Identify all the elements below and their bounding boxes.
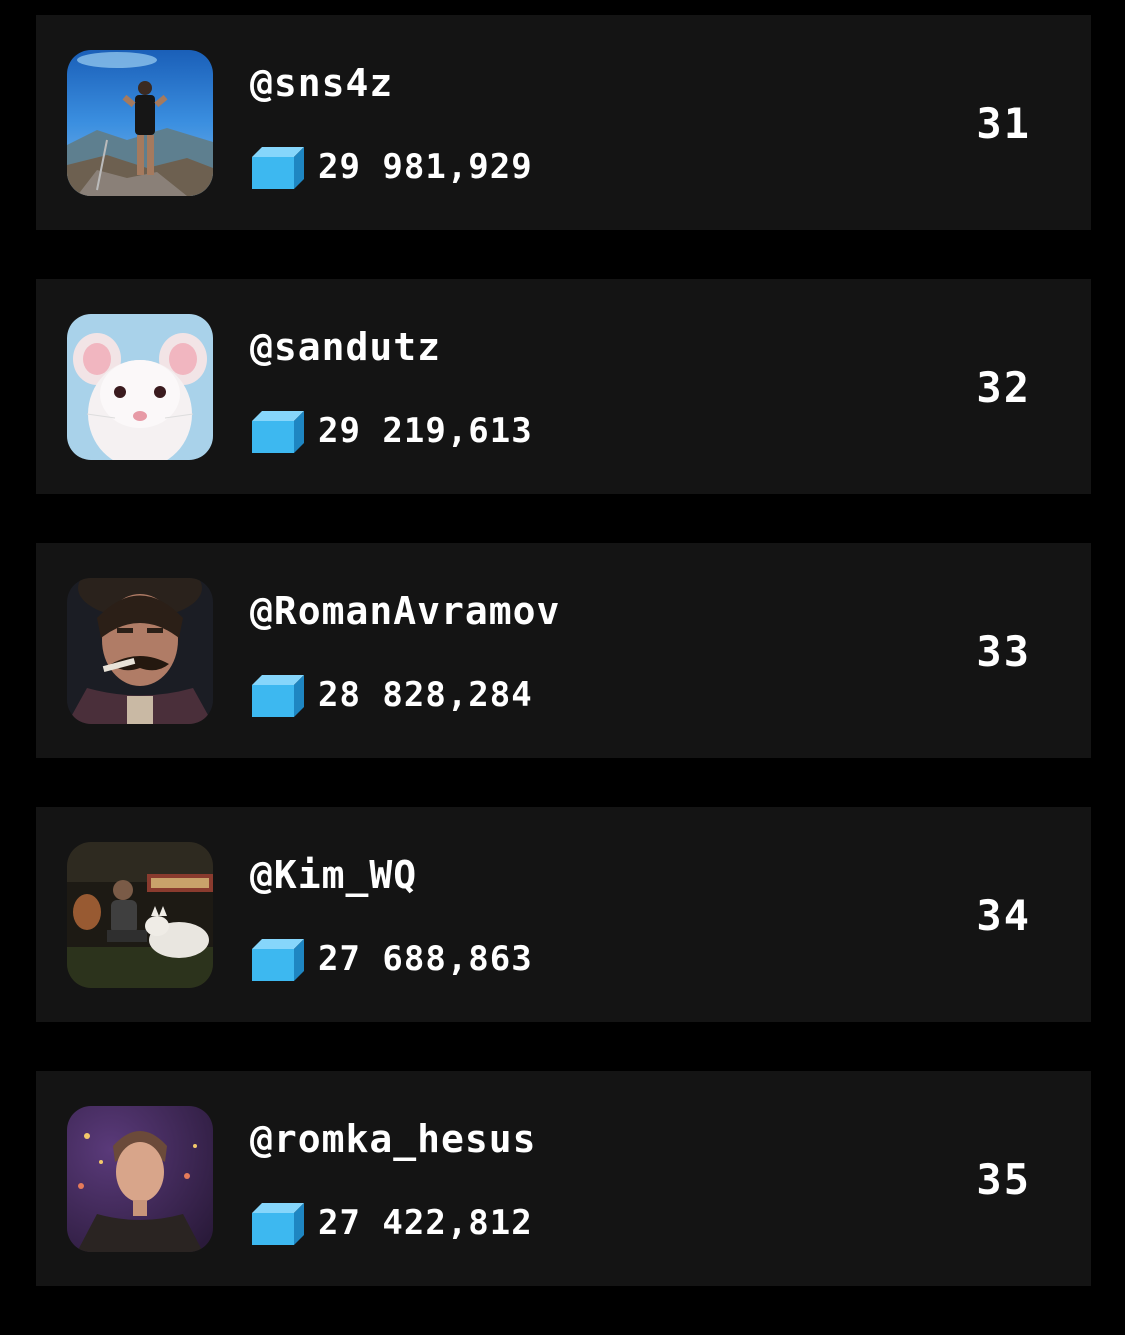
avatar (67, 1106, 213, 1252)
cube-icon (252, 147, 304, 189)
score-line: 28 828,284 (252, 673, 533, 717)
avatar (67, 842, 213, 988)
rank-number: 31 (976, 99, 1031, 148)
leaderboard-list: @sns4z 29 981,929 31 @sandutz 29 219,613… (36, 15, 1091, 1335)
score-line: 29 981,929 (252, 145, 533, 189)
leaderboard-row[interactable]: @Kim_WQ 27 688,863 34 (36, 807, 1091, 1022)
cube-icon (252, 1203, 304, 1245)
username: @sns4z (250, 61, 394, 105)
score-line: 27 688,863 (252, 937, 533, 981)
leaderboard-row[interactable]: @sns4z 29 981,929 31 (36, 15, 1091, 230)
rank-number: 32 (976, 363, 1031, 412)
username: @romka_hesus (250, 1117, 537, 1161)
score-value: 29 981,929 (318, 147, 533, 187)
avatar (67, 314, 213, 460)
leaderboard-row[interactable]: @romka_hesus 27 422,812 35 (36, 1071, 1091, 1286)
score-value: 27 422,812 (318, 1203, 533, 1243)
leaderboard-row[interactable]: @RomanAvramov 28 828,284 33 (36, 543, 1091, 758)
score-line: 29 219,613 (252, 409, 533, 453)
rank-number: 35 (976, 1155, 1031, 1204)
cube-icon (252, 411, 304, 453)
username: @Kim_WQ (250, 853, 418, 897)
score-value: 27 688,863 (318, 939, 533, 979)
leaderboard-row[interactable]: @sandutz 29 219,613 32 (36, 279, 1091, 494)
cube-icon (252, 675, 304, 717)
avatar (67, 578, 213, 724)
rank-number: 34 (976, 891, 1031, 940)
score-value: 28 828,284 (318, 675, 533, 715)
avatar (67, 50, 213, 196)
score-value: 29 219,613 (318, 411, 533, 451)
score-line: 27 422,812 (252, 1201, 533, 1245)
cube-icon (252, 939, 304, 981)
rank-number: 33 (976, 627, 1031, 676)
username: @sandutz (250, 325, 442, 369)
username: @RomanAvramov (250, 589, 561, 633)
